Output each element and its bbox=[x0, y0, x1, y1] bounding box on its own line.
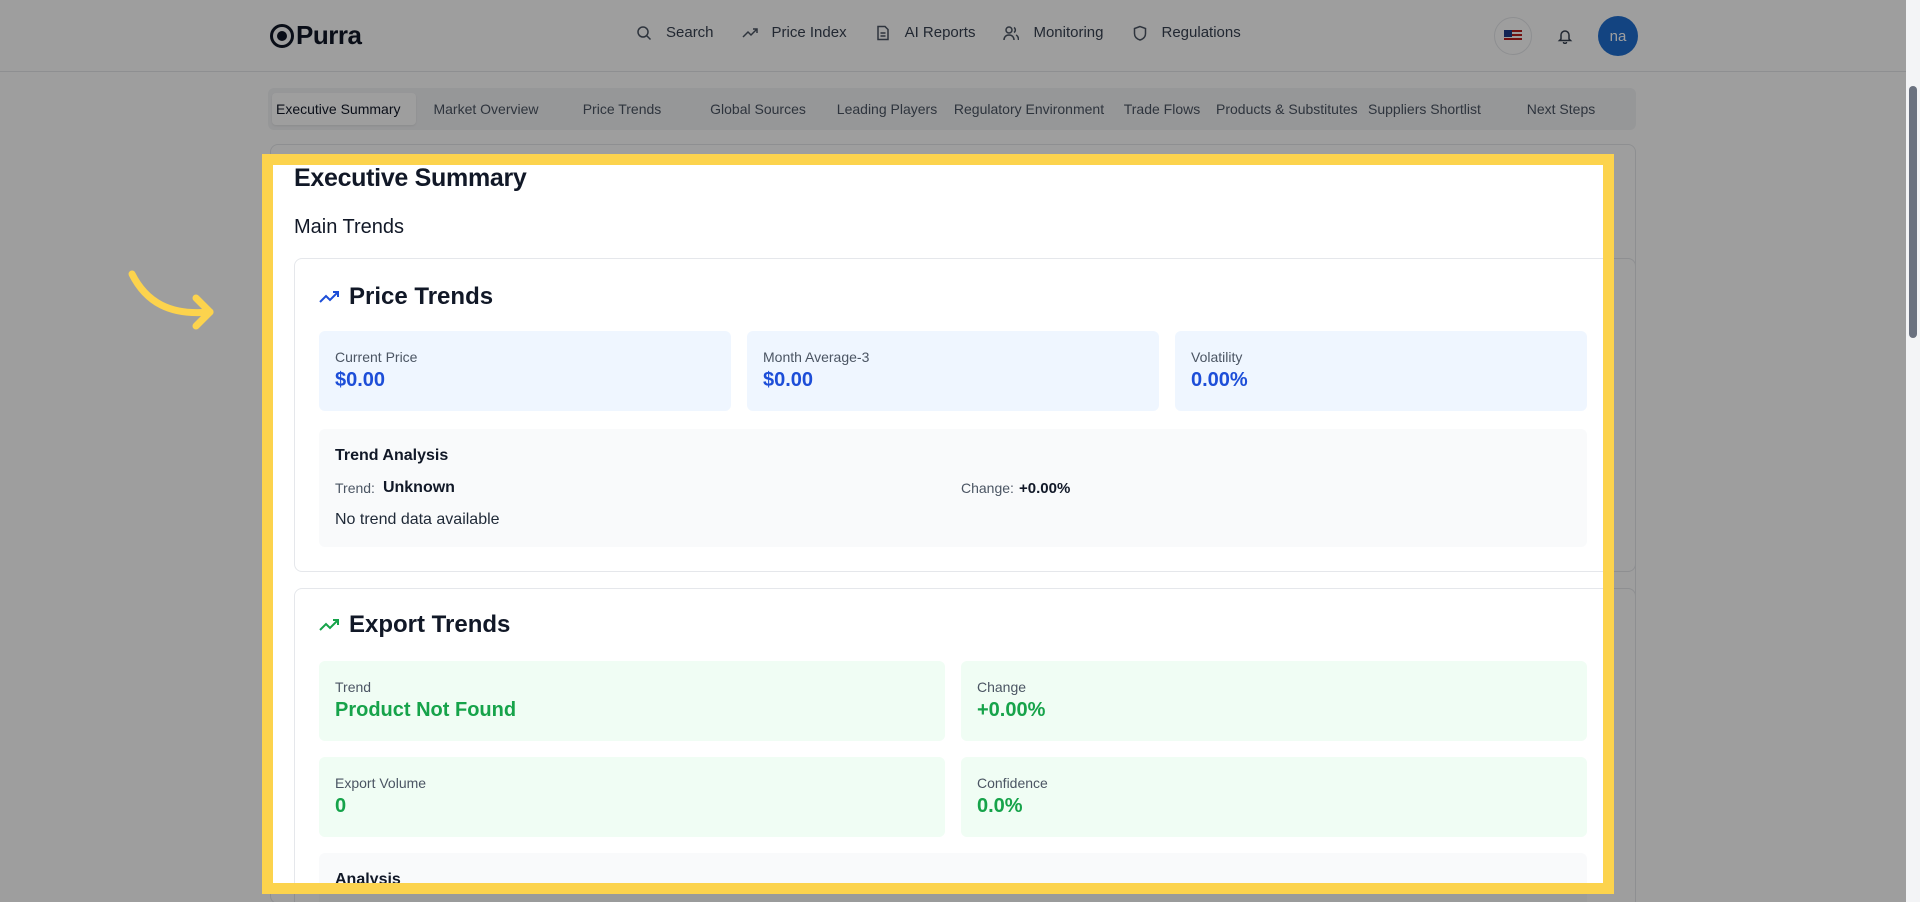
tab-price-trends[interactable]: Price Trends bbox=[556, 93, 688, 125]
report-tabs: Executive Summary Market Overview Price … bbox=[268, 88, 1636, 130]
tab-next-steps[interactable]: Next Steps bbox=[1500, 93, 1622, 125]
bell-icon bbox=[1557, 30, 1573, 44]
document-icon bbox=[876, 25, 889, 40]
nav-search[interactable]: Search bbox=[636, 24, 714, 41]
tab-products-substitutes[interactable]: Products & Substitutes bbox=[1212, 93, 1364, 125]
trending-up-icon bbox=[742, 27, 758, 38]
tab-executive-summary[interactable]: Executive Summary bbox=[272, 93, 416, 125]
user-controls: na bbox=[1494, 16, 1638, 56]
logo[interactable]: Purra bbox=[270, 20, 362, 51]
tab-regulatory-environment[interactable]: Regulatory Environment bbox=[946, 93, 1112, 125]
us-flag-icon bbox=[1504, 30, 1522, 42]
shield-icon bbox=[1133, 25, 1146, 41]
search-icon bbox=[637, 25, 652, 40]
nav-regulations[interactable]: Regulations bbox=[1132, 24, 1241, 41]
users-icon bbox=[1003, 25, 1020, 40]
tab-market-overview[interactable]: Market Overview bbox=[416, 93, 556, 125]
nav-label: Price Index bbox=[771, 24, 847, 41]
tab-global-sources[interactable]: Global Sources bbox=[688, 93, 828, 125]
nav-price-index[interactable]: Price Index bbox=[742, 24, 847, 41]
tab-trade-flows[interactable]: Trade Flows bbox=[1112, 93, 1212, 125]
highlight-frame bbox=[262, 154, 1614, 894]
nav-monitoring[interactable]: Monitoring bbox=[1003, 24, 1104, 41]
top-navigation: Purra Search Price Index AI Reports Moni… bbox=[0, 0, 1920, 72]
main-nav: Search Price Index AI Reports Monitoring… bbox=[636, 24, 1269, 41]
nav-ai-reports[interactable]: AI Reports bbox=[875, 24, 976, 41]
nav-label: Regulations bbox=[1161, 24, 1241, 41]
avatar[interactable]: na bbox=[1598, 16, 1638, 56]
tab-suppliers-shortlist[interactable]: Suppliers Shortlist bbox=[1364, 93, 1500, 125]
language-button[interactable] bbox=[1494, 17, 1532, 55]
pointer-arrow-icon bbox=[128, 270, 214, 330]
scrollbar-thumb[interactable] bbox=[1909, 86, 1917, 338]
nav-label: AI Reports bbox=[904, 24, 976, 41]
nav-label: Monitoring bbox=[1033, 24, 1104, 41]
notifications-button[interactable] bbox=[1546, 17, 1584, 55]
nav-label: Search bbox=[666, 24, 714, 41]
page-scrollbar[interactable] bbox=[1906, 0, 1920, 902]
logo-text: Purra bbox=[296, 20, 362, 50]
logo-mark-icon bbox=[270, 23, 294, 48]
tab-leading-players[interactable]: Leading Players bbox=[828, 93, 946, 125]
